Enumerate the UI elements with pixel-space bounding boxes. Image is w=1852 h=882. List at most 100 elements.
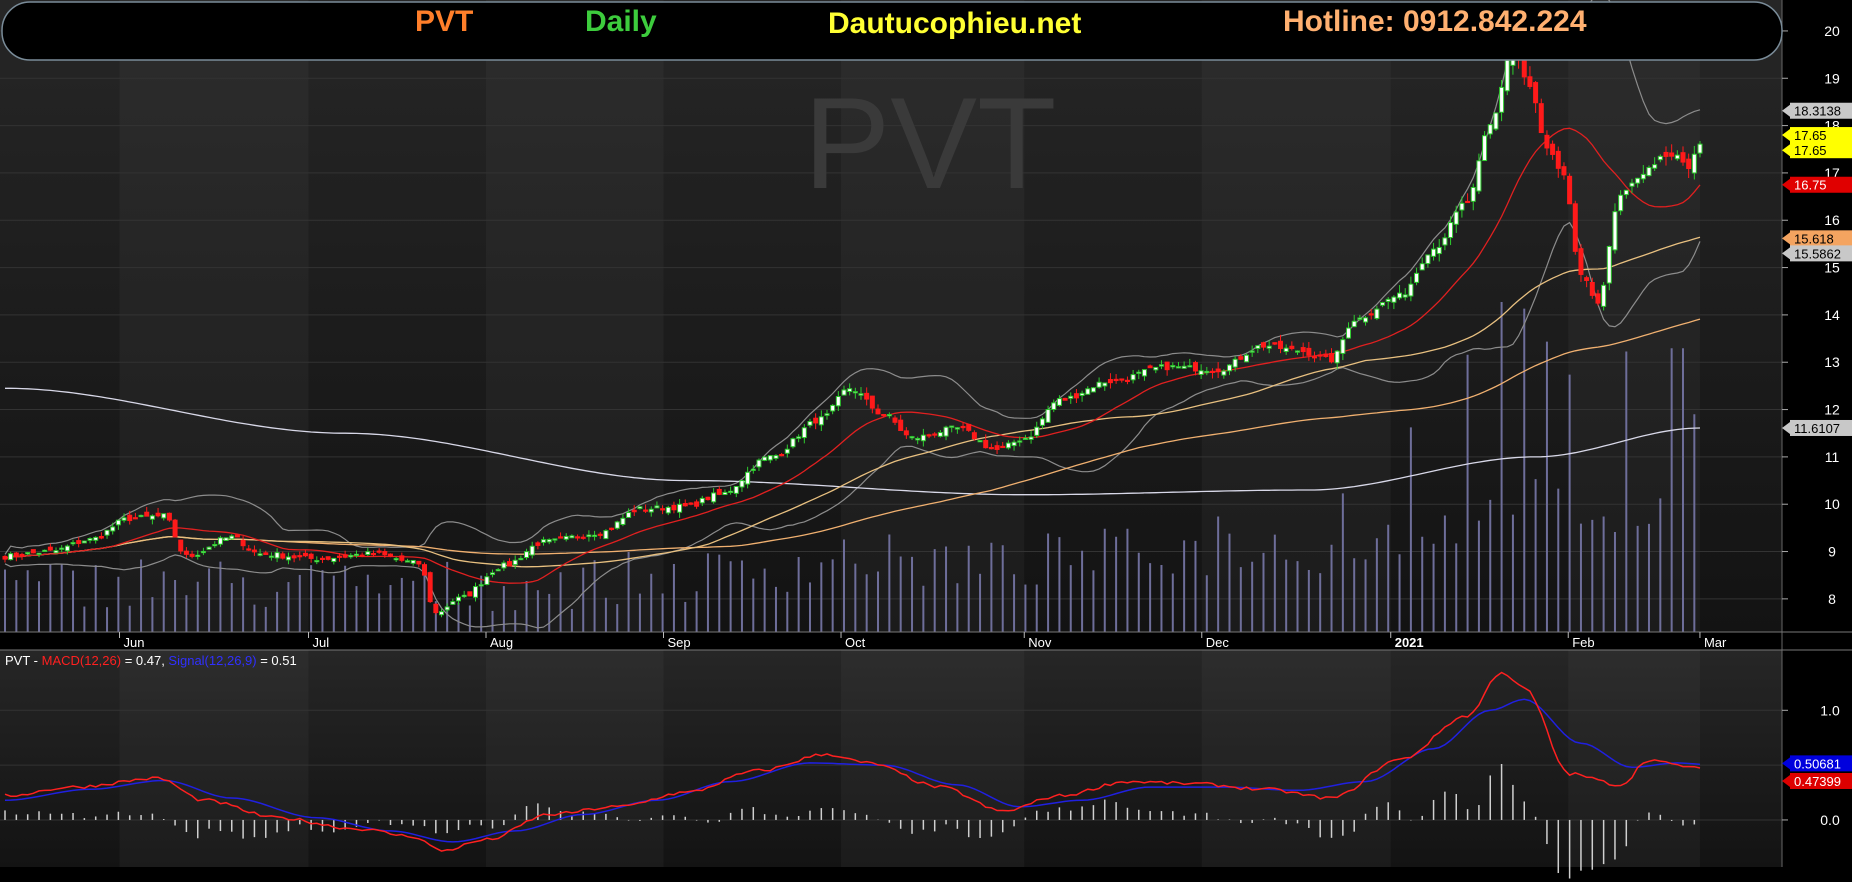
candle-body <box>1272 342 1278 345</box>
candle-body <box>1431 248 1437 257</box>
candle-body <box>110 526 116 532</box>
macd-signal-badge: 0.50681 <box>1782 755 1852 772</box>
candle-body <box>1306 347 1312 356</box>
candle-body <box>1141 369 1147 377</box>
price-badge: 15.5862 <box>1782 245 1852 261</box>
candle-body <box>1192 362 1198 372</box>
candle-body <box>138 514 144 518</box>
candle-body <box>1158 364 1164 367</box>
candle-body <box>1436 246 1442 255</box>
candle-body <box>1215 368 1221 373</box>
candle-body <box>393 558 399 561</box>
candle-body <box>1368 313 1374 316</box>
price-badge-text: 15.5862 <box>1794 246 1841 261</box>
candle-body <box>404 560 410 563</box>
candle-body <box>920 434 926 442</box>
candle-body <box>1266 345 1272 349</box>
candle-body <box>206 546 212 550</box>
price-badge: 18.3138 <box>1782 102 1852 119</box>
candle-body <box>875 408 881 415</box>
candle-body <box>217 537 223 545</box>
candle-body <box>869 395 875 409</box>
candle-body <box>750 468 756 471</box>
candle-body <box>1107 379 1113 384</box>
candle-body <box>722 491 728 496</box>
candle-body <box>711 492 717 503</box>
candle-body <box>1249 350 1255 353</box>
candle-body <box>1005 442 1011 449</box>
candle-body <box>1334 350 1340 364</box>
candle-body <box>166 512 172 521</box>
macd-legend-macd: MACD(12,26) <box>42 653 121 668</box>
candle-body <box>728 490 734 493</box>
candle-body <box>1351 320 1357 328</box>
candle-body <box>597 533 603 536</box>
candle-body <box>1209 370 1215 373</box>
candle-body <box>1442 237 1448 246</box>
candle-body <box>937 432 943 437</box>
candle-body <box>439 611 445 616</box>
price-badge: 17.65 <box>1782 142 1852 159</box>
candle-body <box>87 538 93 541</box>
candle-body <box>1561 166 1567 176</box>
date-tick-label: Feb <box>1572 635 1594 650</box>
candle-body <box>954 427 960 430</box>
candle-body <box>603 530 609 540</box>
candle-body <box>716 488 722 495</box>
price-badge: 11.6107 <box>1782 419 1852 436</box>
candle-body <box>733 486 739 494</box>
candle-body <box>53 550 59 554</box>
price-badge-text: 11.6107 <box>1794 421 1840 436</box>
candle-body <box>501 562 507 569</box>
candle-body <box>1550 143 1556 155</box>
candle-body <box>1595 293 1601 304</box>
date-tick-label: Oct <box>845 635 866 650</box>
candle-body <box>1034 426 1040 436</box>
stock-chart: PVT 8910111213141516171819200.01.0Jun Jul… <box>0 0 1852 882</box>
macd-legend: PVT - MACD(12,26) = 0.47, Signal(12,26,9… <box>5 653 297 668</box>
candle-body <box>841 389 847 396</box>
candle-body <box>1629 182 1635 187</box>
candle-body <box>263 552 269 555</box>
candle-body <box>563 535 569 540</box>
price-tick-label: 14 <box>1824 307 1840 323</box>
price-badge: 17.65 <box>1782 127 1852 144</box>
candle-body <box>881 413 887 417</box>
candle-body <box>308 553 314 559</box>
candle-body <box>1300 347 1306 353</box>
candle-body <box>127 514 133 522</box>
candle-body <box>461 594 467 598</box>
candle-body <box>518 557 524 561</box>
candle-body <box>1555 150 1561 169</box>
candle-body <box>421 564 427 576</box>
candle-body <box>535 542 541 546</box>
candle-body <box>932 433 938 436</box>
candle-body <box>25 552 31 555</box>
candle-body <box>64 545 70 552</box>
candle-body <box>546 539 552 543</box>
candle-body <box>229 535 235 540</box>
candle-body <box>773 455 779 459</box>
candle-body <box>892 417 898 423</box>
header-timeframe: Daily <box>585 5 657 38</box>
price-badge-text: 17.65 <box>1794 128 1827 143</box>
macd-tick-label: 0.0 <box>1820 812 1840 828</box>
candle-body <box>1017 440 1023 443</box>
candle-body <box>1028 436 1034 440</box>
month-band <box>120 0 309 632</box>
candle-body <box>1175 366 1181 369</box>
candle-body <box>541 539 547 543</box>
candle-body <box>1572 203 1578 252</box>
candle-body <box>864 392 870 400</box>
candle-body <box>949 425 955 428</box>
candle-body <box>1567 175 1573 205</box>
candle-body <box>784 448 790 454</box>
watermark-text: PVT <box>804 70 1057 216</box>
candle-body <box>376 550 382 553</box>
candle-body <box>631 509 637 513</box>
candle-body <box>552 538 558 541</box>
candle-body <box>456 596 462 602</box>
candle-body <box>586 534 592 538</box>
candle-body <box>983 440 989 449</box>
candle-body <box>387 553 393 557</box>
